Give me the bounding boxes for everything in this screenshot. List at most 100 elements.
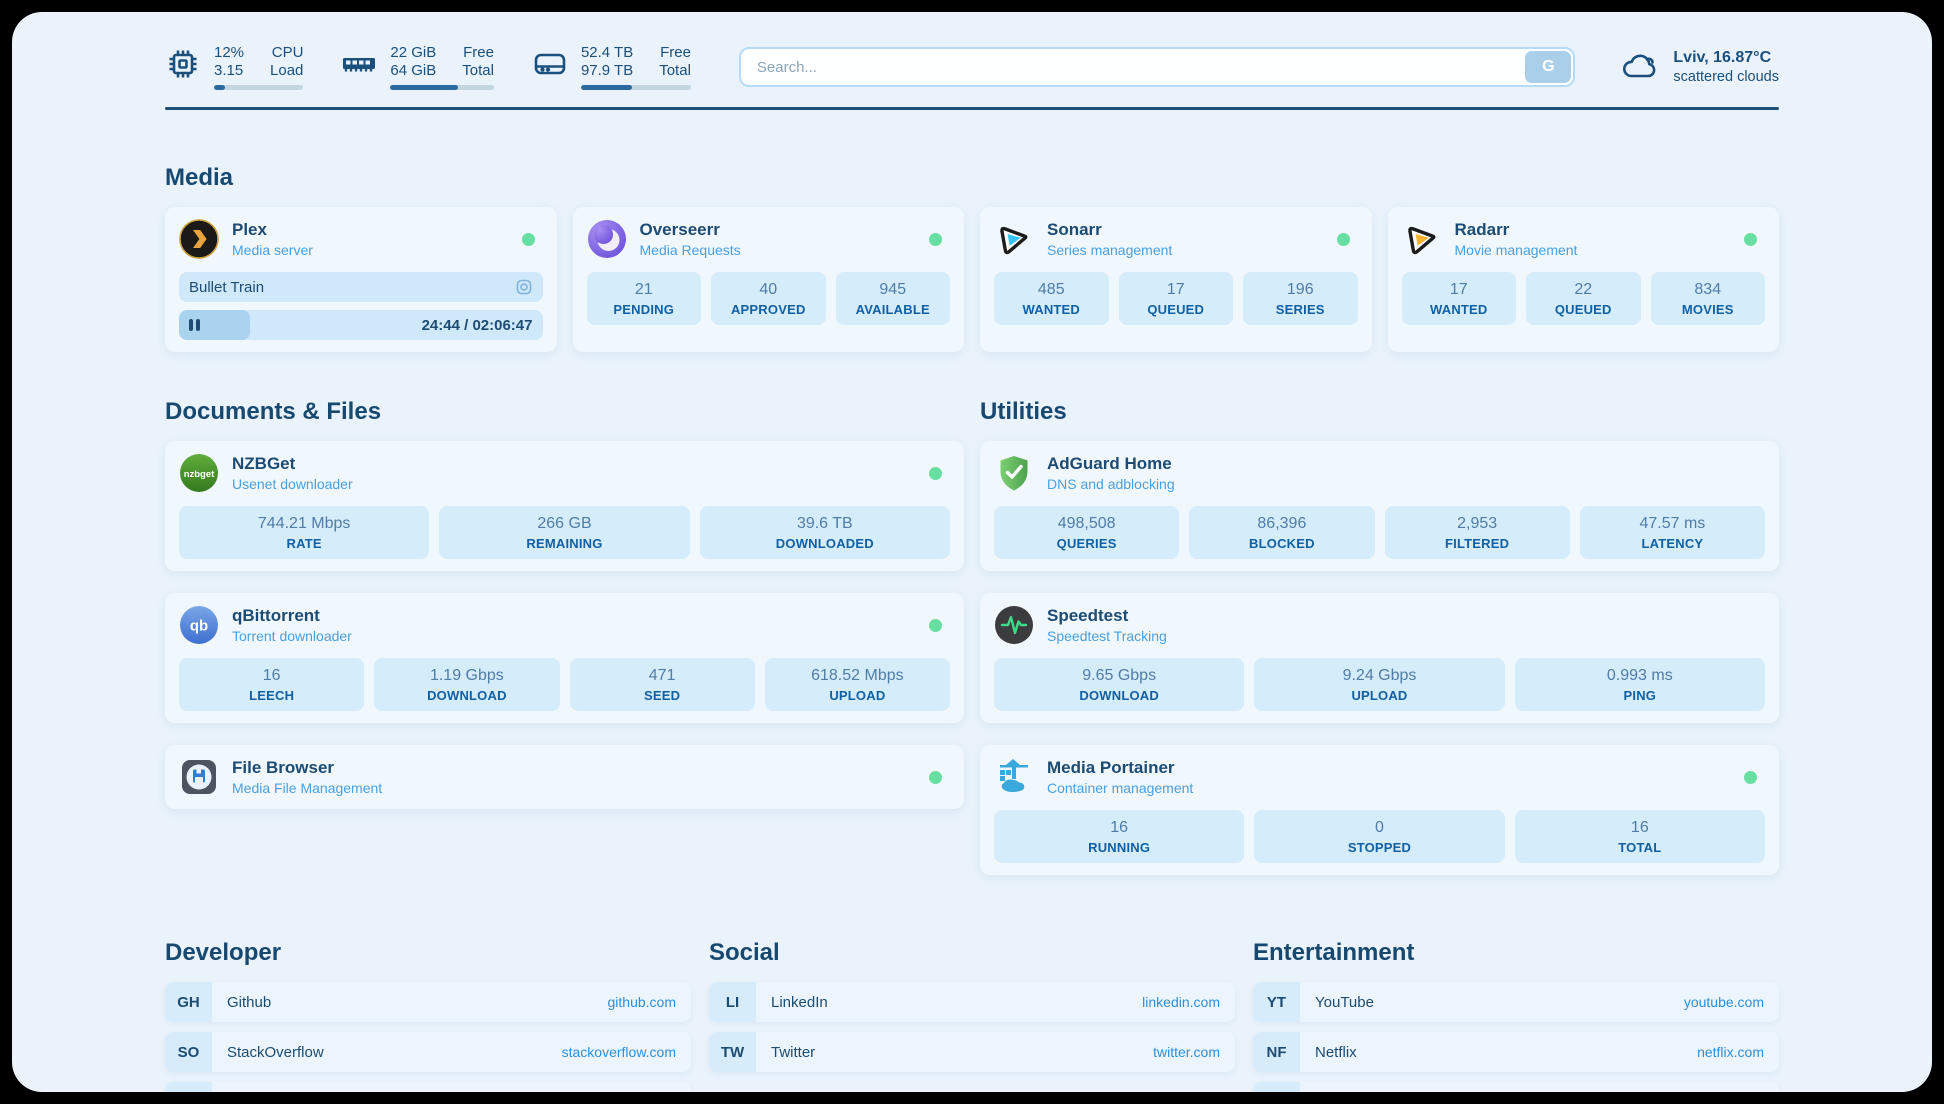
- bookmark-url[interactable]: youtube.com: [1684, 994, 1764, 1010]
- cpu-load-value: 3.15: [214, 62, 244, 79]
- stat-box: 0.993 ms PING: [1515, 658, 1765, 711]
- service-description: Media server: [232, 242, 509, 258]
- bookmark-linkedin[interactable]: LI LinkedIn linkedin.com: [709, 982, 1235, 1022]
- cpu-usage-label: CPU: [270, 44, 303, 61]
- bookmark-url[interactable]: stackoverflow.com: [562, 1044, 676, 1060]
- service-name: qBittorrent: [232, 606, 916, 626]
- stat-box: 40 APPROVED: [711, 272, 826, 325]
- memory-total-label: Total: [462, 62, 494, 79]
- bookmark-dev[interactable]: DT DEV dev.to: [165, 1082, 691, 1092]
- nzbget-icon: nzbget: [179, 453, 219, 493]
- bookmark-abbr: NF: [1253, 1032, 1300, 1072]
- service-card-speedtest[interactable]: Speedtest Speedtest Tracking 9.65 Gbps D…: [980, 593, 1779, 723]
- filebrowser-icon: [179, 757, 219, 797]
- status-dot: [929, 771, 942, 784]
- stat-box: 47.57 ms LATENCY: [1580, 506, 1765, 559]
- stat-box: 16 TOTAL: [1515, 810, 1765, 863]
- bookmark-abbr: RE: [1253, 1082, 1300, 1092]
- service-card-portainer[interactable]: Media Portainer Container management 16 …: [980, 745, 1779, 875]
- service-card-nzbget[interactable]: nzbget NZBGet Usenet downloader 744.21 M…: [165, 441, 964, 571]
- bookmark-url[interactable]: netflix.com: [1697, 1044, 1764, 1060]
- dashboard-panel: 12% CPU 3.15 Load: [12, 12, 1932, 1092]
- weather-condition: scattered clouds: [1673, 69, 1779, 85]
- stat-box: 0 STOPPED: [1254, 810, 1504, 863]
- cpu-usage-value: 12%: [214, 44, 244, 61]
- memory-free-value: 22 GiB: [390, 44, 436, 61]
- service-card-adguard[interactable]: AdGuard Home DNS and adblocking 498,508 …: [980, 441, 1779, 571]
- service-card-overseerr[interactable]: Overseerr Media Requests 21 PENDING 40 A…: [573, 207, 965, 352]
- stat-box: 21 PENDING: [587, 272, 702, 325]
- service-description: Movie management: [1455, 242, 1732, 258]
- bookmark-netflix[interactable]: NF Netflix netflix.com: [1253, 1032, 1779, 1072]
- cpu-icon: [165, 46, 201, 82]
- bookmark-url[interactable]: twitter.com: [1153, 1044, 1220, 1060]
- speedtest-icon: [994, 605, 1034, 645]
- developer-group: Developer GH Github github.com SO StackO…: [165, 939, 691, 1092]
- disk-total-value: 97.9 TB: [581, 62, 633, 79]
- pause-icon[interactable]: [189, 319, 200, 331]
- search-input[interactable]: [739, 47, 1576, 87]
- header: 12% CPU 3.15 Load: [165, 44, 1779, 90]
- bookmark-abbr: SO: [165, 1032, 212, 1072]
- status-dot: [522, 233, 535, 246]
- disk-total-label: Total: [659, 62, 691, 79]
- status-dot: [929, 467, 942, 480]
- memory-free-label: Free: [462, 44, 494, 61]
- stat-box: 485 WANTED: [994, 272, 1109, 325]
- bookmark-twitter[interactable]: TW Twitter twitter.com: [709, 1032, 1235, 1072]
- stat-box: 618.52 Mbps UPLOAD: [765, 658, 950, 711]
- bookmark-name: Netflix: [1315, 1044, 1357, 1061]
- stat-box: 9.24 Gbps UPLOAD: [1254, 658, 1504, 711]
- bookmark-github[interactable]: GH Github github.com: [165, 982, 691, 1022]
- stat-box: 2,953 FILTERED: [1385, 506, 1570, 559]
- bookmark-name: StackOverflow: [227, 1044, 324, 1061]
- service-card-filebrowser[interactable]: File Browser Media File Management: [165, 745, 964, 809]
- service-description: DNS and adblocking: [1047, 476, 1765, 492]
- service-name: NZBGet: [232, 454, 916, 474]
- bookmark-youtube[interactable]: YT YouTube youtube.com: [1253, 982, 1779, 1022]
- weather-location: Lviv, 16.87°C: [1673, 49, 1779, 67]
- stat-box: 9.65 Gbps DOWNLOAD: [994, 658, 1244, 711]
- service-card-sonarr[interactable]: Sonarr Series management 485 WANTED 17 Q…: [980, 207, 1372, 352]
- bookmark-url[interactable]: linkedin.com: [1142, 994, 1220, 1010]
- now-playing-progress: 24:44 / 02:06:47: [179, 310, 543, 340]
- adguard-icon: [994, 453, 1034, 493]
- memory-total-value: 64 GiB: [390, 62, 436, 79]
- status-dot: [929, 233, 942, 246]
- session-camera-icon[interactable]: [515, 278, 533, 296]
- bookmark-stackoverflow[interactable]: SO StackOverflow stackoverflow.com: [165, 1032, 691, 1072]
- search-engine-button[interactable]: G: [1525, 51, 1571, 83]
- bookmark-name: Twitter: [771, 1044, 815, 1061]
- svg-text:nzbget: nzbget: [184, 469, 215, 480]
- status-dot: [1337, 233, 1350, 246]
- stat-box: 86,396 BLOCKED: [1189, 506, 1374, 559]
- qbittorrent-icon: qb: [179, 605, 219, 645]
- stat-box: 196 SERIES: [1243, 272, 1358, 325]
- cloud-icon: [1619, 46, 1661, 88]
- overseerr-icon: [587, 219, 627, 259]
- bookmark-abbr: LI: [709, 982, 756, 1022]
- stat-box: 17 WANTED: [1402, 272, 1517, 325]
- utilities-column: Utilities: [980, 398, 1779, 875]
- status-dot: [1744, 233, 1757, 246]
- service-card-plex[interactable]: Plex Media server Bullet Train: [165, 207, 557, 352]
- svg-text:qb: qb: [190, 618, 208, 635]
- header-divider: [165, 107, 1779, 110]
- stat-box: 39.6 TB DOWNLOADED: [700, 506, 950, 559]
- section-title-entertainment: Entertainment: [1253, 939, 1779, 967]
- ram-icon: [341, 46, 377, 82]
- bookmark-name: Github: [227, 994, 271, 1011]
- stat-box: 17 QUEUED: [1119, 272, 1234, 325]
- bookmark-reddit[interactable]: RE Reddit reddit.com: [1253, 1082, 1779, 1092]
- documents-column: Documents & Files nzbget: [165, 398, 964, 809]
- stat-box: 471 SEED: [570, 658, 755, 711]
- service-name: AdGuard Home: [1047, 454, 1765, 474]
- service-card-qbittorrent[interactable]: qb qBittorrent Torrent downloader 16: [165, 593, 964, 723]
- radarr-icon: [1402, 219, 1442, 259]
- service-card-radarr[interactable]: Radarr Movie management 17 WANTED 22 QUE…: [1388, 207, 1780, 352]
- section-title-social: Social: [709, 939, 1235, 967]
- media-grid: Plex Media server Bullet Train: [165, 207, 1779, 352]
- service-name: Plex: [232, 220, 509, 240]
- bookmark-url[interactable]: github.com: [608, 994, 676, 1010]
- disk-progress-bar: [581, 85, 691, 90]
